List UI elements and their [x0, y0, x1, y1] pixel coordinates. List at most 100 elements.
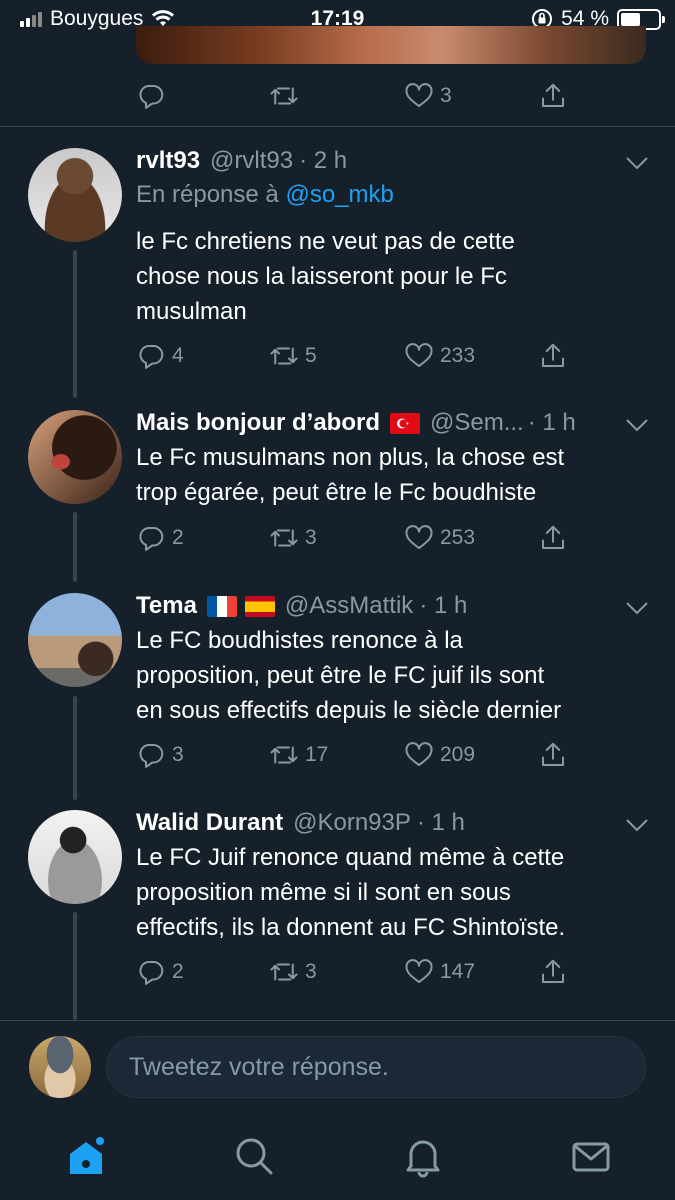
like-count: 209: [440, 743, 476, 766]
avatar[interactable]: [28, 810, 122, 904]
tweet-text-line: effectifs, ils la donnent au FC Shintoïs…: [136, 914, 566, 941]
like-button[interactable]: 209: [404, 737, 475, 773]
tab-search[interactable]: [230, 1132, 278, 1180]
reply-prefix: En réponse à: [136, 181, 279, 208]
retweet-icon: [270, 347, 298, 365]
share-button[interactable]: [538, 338, 568, 374]
display-name[interactable]: Mais bonjour d’abord: [136, 409, 380, 437]
thread-line: [73, 696, 77, 800]
tweet-text-line: Le FC Juif renonce quand même à cette: [136, 844, 565, 871]
user-handle[interactable]: @rvlt93: [210, 147, 293, 175]
like-button[interactable]: 253: [404, 520, 475, 556]
heart-icon: [405, 959, 433, 983]
share-icon: [542, 959, 564, 983]
chevron-down-icon[interactable]: [625, 156, 649, 170]
share-button[interactable]: [538, 737, 568, 773]
share-icon: [542, 525, 564, 549]
avatar[interactable]: [28, 410, 122, 504]
reply-icon: [139, 527, 164, 551]
reply-button[interactable]: 4: [136, 338, 184, 374]
search-icon: [236, 1138, 273, 1175]
chevron-down-icon[interactable]: [625, 418, 649, 432]
retweet-button[interactable]: 17: [269, 737, 328, 773]
reply-count: 3: [172, 743, 184, 766]
reply-icon: [139, 345, 164, 369]
reply-icon: [139, 85, 164, 109]
tweet-actions: 2 3 253: [136, 520, 576, 556]
tweet-text-line: trop égarée, peut être le Fc boudhiste: [136, 479, 537, 506]
reply-button[interactable]: 2: [136, 520, 184, 556]
tweet-text-line: en sous effectifs depuis le siècle derni…: [136, 697, 562, 724]
messages-icon: [572, 1142, 610, 1172]
timestamp: · 1 h: [416, 809, 465, 836]
tweet-text: Le Fc musulmans non plus, la chose est t…: [136, 440, 655, 510]
chevron-down-icon[interactable]: [625, 601, 649, 615]
timestamp: · 1 h: [419, 592, 468, 619]
like-count: 3: [440, 84, 452, 107]
reply-composer: Tweetez votre réponse.: [0, 1022, 675, 1114]
timestamp: · 1 h: [527, 409, 576, 436]
avatar[interactable]: [28, 593, 122, 687]
like-button[interactable]: 3: [404, 78, 452, 114]
tweet-text-line: proposition même si il sont en sous: [136, 879, 511, 906]
user-handle[interactable]: @AssMattik: [285, 592, 413, 620]
reply-button[interactable]: [136, 78, 166, 114]
share-button[interactable]: [538, 954, 568, 990]
tweet-actions: 4 5 233: [136, 338, 576, 374]
display-name[interactable]: Walid Durant: [136, 809, 283, 837]
retweet-count: 3: [305, 960, 317, 983]
share-icon: [542, 343, 564, 367]
display-name[interactable]: Tema: [136, 592, 197, 620]
tweet-actions: 3 17 209: [136, 737, 576, 773]
reply-button[interactable]: 2: [136, 954, 184, 990]
retweet-button[interactable]: [269, 78, 299, 114]
france-flag-icon: [206, 595, 237, 617]
tab-bar: [0, 1114, 675, 1200]
share-button[interactable]: [538, 78, 568, 114]
retweet-icon: [270, 87, 298, 105]
reply-input[interactable]: Tweetez votre réponse.: [106, 1036, 646, 1098]
retweet-button[interactable]: 3: [269, 954, 317, 990]
like-button[interactable]: 147: [404, 954, 475, 990]
retweet-count: 5: [305, 344, 317, 367]
retweet-icon: [270, 746, 298, 764]
heart-icon: [405, 83, 433, 107]
reply-count: 2: [172, 526, 184, 549]
previous-tweet-media[interactable]: [136, 26, 646, 64]
retweet-button[interactable]: 3: [269, 520, 317, 556]
reply-context: En réponse à @so_mkb: [136, 178, 655, 212]
tweet-actions: 2 3 147: [136, 954, 576, 990]
avatar[interactable]: [29, 1036, 91, 1098]
signal-icon: [20, 11, 42, 27]
chevron-down-icon[interactable]: [625, 818, 649, 832]
share-icon: [542, 742, 564, 766]
avatar[interactable]: [28, 148, 122, 242]
carrier-label: Bouygues: [50, 7, 144, 30]
tweet-text-line: musulman: [136, 298, 247, 325]
tab-messages[interactable]: [567, 1132, 615, 1180]
home-icon: [70, 1137, 104, 1174]
notifications-icon: [406, 1140, 440, 1178]
like-count: 147: [440, 960, 476, 983]
thread-line: [73, 250, 77, 398]
like-count: 233: [440, 344, 476, 367]
turkey-flag-icon: [390, 412, 420, 434]
reply-mention-link[interactable]: @so_mkb: [285, 181, 393, 208]
like-button[interactable]: 233: [404, 338, 475, 374]
divider: [0, 1020, 675, 1021]
user-handle[interactable]: @Sem...: [430, 409, 524, 437]
display-name[interactable]: rvlt93: [136, 147, 200, 175]
heart-icon: [405, 343, 433, 367]
reply-button[interactable]: 3: [136, 737, 184, 773]
retweet-button[interactable]: 5: [269, 338, 317, 374]
tab-notifications[interactable]: [399, 1132, 447, 1180]
heart-icon: [405, 525, 433, 549]
tab-home[interactable]: [62, 1132, 110, 1180]
tweet-text-line: le Fc chretiens ne veut pas de cette: [136, 228, 515, 255]
user-handle[interactable]: @Korn93P: [293, 809, 411, 837]
thread-line: [73, 512, 77, 582]
timestamp: · 2 h: [299, 147, 348, 174]
tweet-text-line: proposition, peut être le FC juif ils so…: [136, 662, 545, 689]
tweet-text: Le FC boudhistes renonce à la propositio…: [136, 623, 655, 728]
share-button[interactable]: [538, 520, 568, 556]
